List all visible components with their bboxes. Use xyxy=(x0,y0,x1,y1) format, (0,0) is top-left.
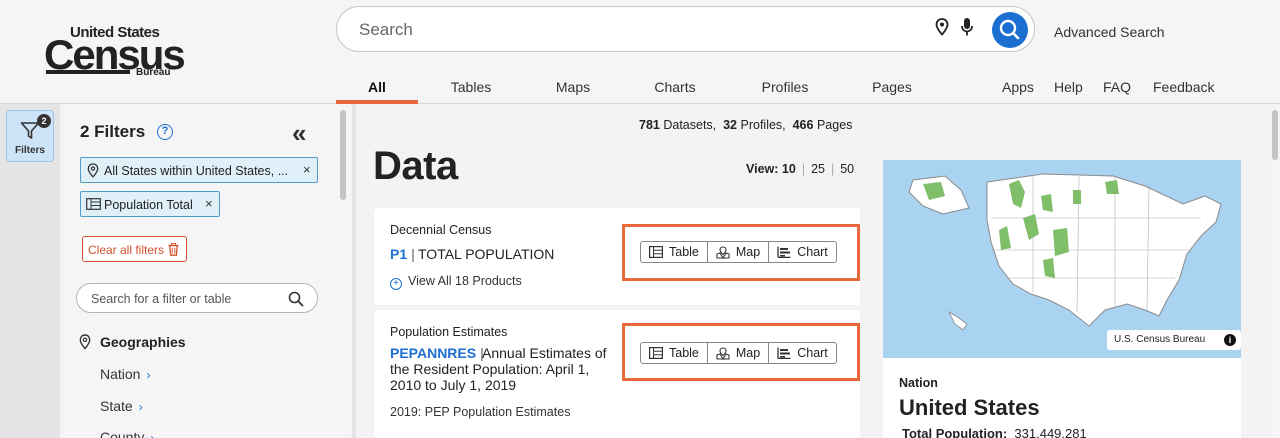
logo-line-3: Bureau xyxy=(136,67,171,78)
geographies-heading: Geographies xyxy=(100,334,186,350)
result-source: Decennial Census xyxy=(390,223,492,237)
total-population-label: Total Population: xyxy=(902,426,1008,438)
highlight-box xyxy=(622,323,860,381)
location-pin-icon[interactable] xyxy=(935,18,949,36)
view-label: View: xyxy=(746,162,779,176)
tab-tables[interactable]: Tables xyxy=(430,79,512,95)
profiles-label: Profiles, xyxy=(740,118,786,132)
search-bar xyxy=(336,6,1035,52)
total-population-value: 331,449,281 xyxy=(1014,426,1087,438)
geography-item-state[interactable]: State › xyxy=(100,398,143,414)
sidebar-scrollbar[interactable] xyxy=(340,110,346,200)
view-option-10[interactable]: 10 xyxy=(782,162,796,176)
result-source: Population Estimates xyxy=(390,325,508,339)
datasets-count: 781 xyxy=(639,118,660,132)
feedback-link[interactable]: Feedback xyxy=(1153,79,1214,95)
geography-item-nation[interactable]: Nation › xyxy=(100,366,150,382)
result-code: P1 xyxy=(390,246,408,262)
view-option-50[interactable]: 50 xyxy=(840,162,854,176)
view-all-products-label: View All 18 Products xyxy=(408,274,522,288)
search-icon[interactable] xyxy=(288,291,304,307)
profiles-count: 32 xyxy=(723,118,738,132)
tab-all[interactable]: All xyxy=(336,79,418,95)
geography-item-county[interactable]: County › xyxy=(100,429,154,438)
tab-profiles[interactable]: Profiles xyxy=(744,79,826,95)
filter-chip-topic[interactable]: Population Total × xyxy=(80,191,220,217)
table-icon xyxy=(86,198,101,210)
logo-underline xyxy=(46,70,130,74)
result-code-link[interactable]: PEPANNRES | xyxy=(390,345,484,361)
map-credit-label: U.S. Census Bureau xyxy=(1114,334,1206,345)
geography-item-label: State xyxy=(100,398,133,414)
datasets-label: Datasets, xyxy=(663,118,717,132)
search-input[interactable] xyxy=(359,17,919,43)
tab-charts[interactable]: Charts xyxy=(634,79,716,95)
result-title-line-2[interactable]: the Resident Population: April 1, xyxy=(390,361,589,377)
help-icon[interactable]: ? xyxy=(157,124,173,140)
result-title-line-3[interactable]: 2010 to July 1, 2019 xyxy=(390,377,516,393)
result-title-line-1[interactable]: Annual Estimates of xyxy=(482,345,607,361)
filters-count-badge: 2 xyxy=(37,114,51,128)
total-population: Total Population: 331,449,281 xyxy=(902,426,1087,438)
result-code-link[interactable]: P1 | xyxy=(390,246,415,262)
result-title-link[interactable]: TOTAL POPULATION xyxy=(418,246,554,262)
results-summary: 781 Datasets, 32 Profiles, 466 Pages xyxy=(639,118,852,132)
location-pin-icon xyxy=(87,163,99,178)
view-option-25[interactable]: 25 xyxy=(811,162,825,176)
filters-label: Filters xyxy=(14,145,45,156)
geography-item-label: Nation xyxy=(100,366,141,382)
filter-chip-label: All States within United States, ... xyxy=(104,164,289,178)
search-icon xyxy=(999,19,1020,40)
search-button[interactable] xyxy=(992,12,1028,48)
result-code: PEPANNRES xyxy=(390,345,477,361)
clear-all-filters-button[interactable]: Clear all filters xyxy=(82,236,187,262)
tab-pages[interactable]: Pages xyxy=(851,79,933,95)
geography-name[interactable]: United States xyxy=(899,395,1040,421)
page-scrollbar[interactable] xyxy=(1270,104,1280,438)
filters-title: 2 Filters xyxy=(80,122,146,141)
filter-chip-geography[interactable]: All States within United States, ... × xyxy=(80,157,318,183)
filter-chip-label: Population Total xyxy=(104,198,193,212)
highlight-box xyxy=(622,224,860,281)
plus-circle-icon: + xyxy=(390,278,402,290)
us-map-graphic xyxy=(908,173,1222,331)
filter-search-box xyxy=(76,283,318,313)
filter-search-input[interactable] xyxy=(91,290,281,308)
filters-sidebar xyxy=(60,104,350,438)
chevron-right-icon: › xyxy=(146,368,151,382)
result-vintage: 2019: PEP Population Estimates xyxy=(390,405,571,419)
advanced-search-link[interactable]: Advanced Search xyxy=(1054,24,1165,40)
microphone-icon[interactable] xyxy=(960,17,974,37)
page-scrollbar-thumb[interactable] xyxy=(1272,110,1278,160)
pages-count: 466 xyxy=(792,118,814,132)
help-link[interactable]: Help xyxy=(1054,79,1083,95)
chevron-right-icon: › xyxy=(150,431,155,438)
view-all-products-link[interactable]: + View All 18 Products xyxy=(390,274,522,290)
filters-toggle-button[interactable]: 2 Filters xyxy=(6,110,54,162)
chevron-right-icon: › xyxy=(138,400,143,414)
geography-item-label: County xyxy=(100,429,145,438)
data-heading: Data xyxy=(373,144,458,188)
census-logo[interactable]: United States Census Bureau xyxy=(44,24,186,80)
collapse-sidebar-icon[interactable]: « xyxy=(292,120,306,146)
map-credit: U.S. Census Bureau i xyxy=(1107,330,1241,350)
apps-link[interactable]: Apps xyxy=(1002,79,1034,95)
geography-level-label: Nation xyxy=(899,376,938,390)
faq-link[interactable]: FAQ xyxy=(1103,79,1131,95)
location-pin-icon xyxy=(79,334,91,350)
remove-filter-icon[interactable]: × xyxy=(205,196,213,211)
trash-icon xyxy=(168,243,179,256)
clear-all-filters-label: Clear all filters xyxy=(88,243,165,257)
tab-maps[interactable]: Maps xyxy=(532,79,614,95)
pages-label: Pages xyxy=(816,118,853,132)
remove-filter-icon[interactable]: × xyxy=(303,162,311,177)
view-count-selector: View: 10 | 25 | 50 xyxy=(746,162,855,176)
info-icon[interactable]: i xyxy=(1224,334,1236,346)
us-map[interactable] xyxy=(883,160,1241,358)
